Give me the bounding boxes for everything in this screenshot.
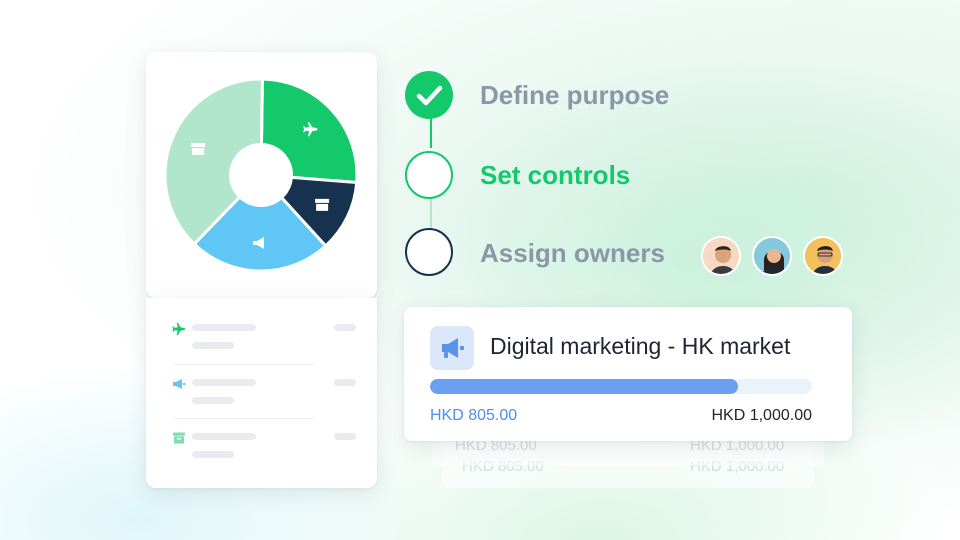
- avatar[interactable]: [701, 236, 741, 276]
- divider: [174, 418, 314, 419]
- placeholder-bar: [192, 379, 256, 386]
- placeholder-bar: [334, 324, 356, 331]
- category-list-card: [146, 298, 377, 488]
- placeholder-bar: [192, 397, 234, 404]
- budget-progress-fill: [430, 379, 738, 394]
- category-row-storage[interactable]: [172, 431, 358, 467]
- check-icon: [405, 71, 453, 119]
- amount-spent: HKD 805.00: [430, 407, 518, 424]
- placeholder-bar: [192, 342, 234, 349]
- placeholder-bar: [192, 324, 256, 331]
- step-label: Set controls: [480, 160, 631, 190]
- placeholder-bar: [334, 433, 356, 440]
- pie-center-hole: [229, 143, 293, 207]
- budget-card[interactable]: Digital marketing - HK market HKD 805.00…: [404, 307, 852, 441]
- category-row-travel[interactable]: [172, 322, 358, 358]
- step-connector: [430, 198, 432, 228]
- step-connector: [430, 118, 432, 148]
- budget-progress-bar: [430, 379, 812, 394]
- step-label: Assign owners: [480, 238, 665, 268]
- step-circle-pending: [405, 228, 453, 276]
- placeholder-bar: [334, 379, 356, 386]
- amount-total: HKD 1,000.00: [711, 407, 812, 424]
- budget-title: Digital marketing - HK market: [490, 333, 791, 359]
- archive-icon: [315, 198, 330, 211]
- megaphone-icon: [430, 326, 474, 370]
- avatar[interactable]: [752, 236, 792, 276]
- budget-pie-chart[interactable]: [146, 52, 377, 298]
- plane-icon: [172, 322, 185, 336]
- archive-icon: [191, 143, 206, 156]
- archive-icon: [173, 432, 185, 444]
- step-label: Define purpose: [480, 80, 670, 110]
- placeholder-bar: [192, 433, 256, 440]
- category-row-marketing[interactable]: [172, 377, 358, 413]
- divider: [174, 364, 314, 365]
- avatar[interactable]: [803, 236, 843, 276]
- step-circle-active: [405, 151, 453, 199]
- budget-pie-card: [146, 52, 377, 298]
- megaphone-icon: [173, 379, 186, 389]
- placeholder-bar: [192, 451, 234, 458]
